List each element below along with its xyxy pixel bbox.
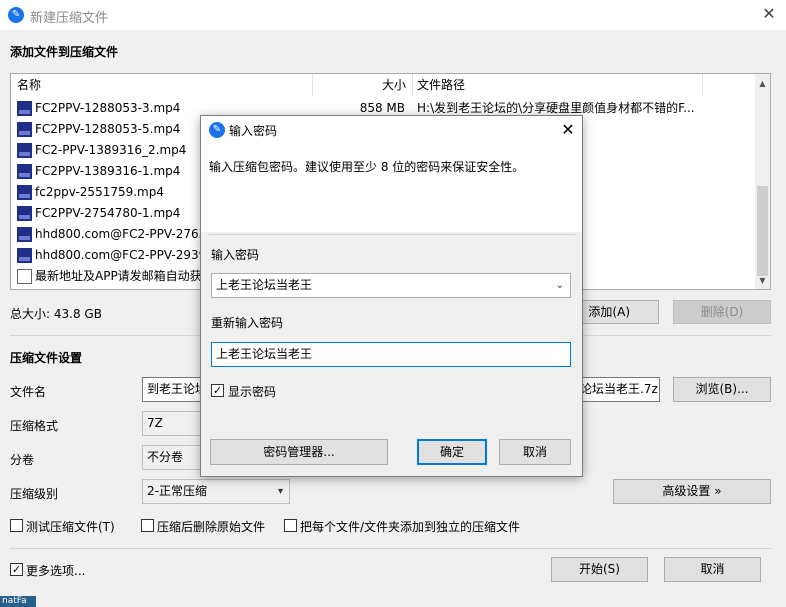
password-value: 上老王论坛当老王 <box>216 278 313 292</box>
level-select[interactable]: 2-正常压缩 ▾ <box>142 479 290 504</box>
divider <box>10 548 771 549</box>
video-file-icon <box>17 143 32 158</box>
video-file-icon <box>17 101 32 116</box>
file-name: FC2PPV-1288053-5.mp4 <box>35 122 181 136</box>
show-password-checkbox[interactable]: ✓ <box>211 384 224 397</box>
delete-original-label: 压缩后删除原始文件 <box>157 520 266 534</box>
more-options-checkbox[interactable]: ✓ <box>10 563 23 576</box>
video-file-icon <box>17 164 32 179</box>
video-file-icon <box>17 122 32 137</box>
separate-archives-label: 把每个文件/文件夹添加到独立的压缩文件 <box>300 520 521 534</box>
file-name: fc2ppv-2551759.mp4 <box>35 185 164 199</box>
file-name: FC2PPV-1389316-1.mp4 <box>35 164 181 178</box>
start-button[interactable]: 开始(S) <box>551 557 648 582</box>
test-archive-checkbox[interactable] <box>10 519 23 532</box>
password-manager-button[interactable]: 密码管理器... <box>210 439 388 465</box>
separate-archives-checkbox[interactable] <box>284 519 297 532</box>
app-icon: ✎ <box>209 122 225 138</box>
title-bar: ✎ 新建压缩文件 ✕ <box>0 0 786 30</box>
file-name: 最新地址及APP请发邮箱自动获 <box>35 269 202 283</box>
column-size[interactable]: 大小 <box>313 74 413 96</box>
ok-button[interactable]: 确定 <box>417 439 487 465</box>
taskbar-fragment: natFa <box>0 596 36 607</box>
dialog-cancel-button[interactable]: 取消 <box>499 439 571 465</box>
file-name: FC2PPV-1288053-3.mp4 <box>35 101 181 115</box>
file-list-scrollbar[interactable]: ▲ ▼ <box>755 74 770 289</box>
video-file-icon <box>17 206 32 221</box>
delete-button[interactable]: 删除(D) <box>673 300 771 324</box>
file-name: FC2-PPV-1389316_2.mp4 <box>35 143 187 157</box>
filename-input-tail[interactable]: 论坛当老王.7z <box>578 377 660 402</box>
divider <box>209 234 575 235</box>
window-title: 新建压缩文件 <box>30 11 109 26</box>
password-label: 输入密码 <box>211 248 260 262</box>
advanced-settings-button[interactable]: 高级设置 » <box>613 479 771 504</box>
column-path[interactable]: 文件路径 <box>413 74 703 96</box>
browse-button[interactable]: 浏览(B)... <box>673 377 771 402</box>
chevron-down-icon[interactable]: ⌄ <box>556 274 564 297</box>
chevron-down-icon: ▾ <box>277 486 283 497</box>
dialog-title-bar: ✎ 输入密码 ✕ <box>201 116 582 144</box>
password-dialog: ✎ 输入密码 ✕ 输入压缩包密码。建议使用至少 8 位的密码来保证安全性。 输入… <box>200 115 583 477</box>
show-password-label: 显示密码 <box>228 385 277 399</box>
files-section-heading: 添加文件到压缩文件 <box>10 45 119 59</box>
video-file-icon <box>17 185 32 200</box>
dialog-description: 输入压缩包密码。建议使用至少 8 位的密码来保证安全性。 <box>209 160 525 174</box>
settings-section-heading: 压缩文件设置 <box>10 351 83 365</box>
file-name: hhd800.com@FC2-PPV-2763 <box>35 227 207 241</box>
scroll-up-icon[interactable]: ▲ <box>755 76 770 92</box>
split-label: 分卷 <box>10 453 35 467</box>
video-file-icon <box>17 248 32 263</box>
more-options-label: 更多选项... <box>26 564 86 578</box>
app-icon: ✎ <box>8 7 24 23</box>
cancel-button[interactable]: 取消 <box>664 557 761 582</box>
file-name: FC2PPV-2754780-1.mp4 <box>35 206 181 220</box>
video-file-icon <box>17 227 32 242</box>
level-label: 压缩级别 <box>10 487 59 501</box>
filename-label: 文件名 <box>10 385 47 399</box>
format-label: 压缩格式 <box>10 419 59 433</box>
close-icon[interactable]: ✕ <box>557 118 579 142</box>
password-input[interactable]: 上老王论坛当老王 ⌄ <box>211 273 571 298</box>
file-name: hhd800.com@FC2-PPV-2939 <box>35 248 207 262</box>
reenter-password-label: 重新输入密码 <box>211 316 284 330</box>
test-archive-label: 测试压缩文件(T) <box>26 520 115 534</box>
dialog-title: 输入密码 <box>229 124 278 138</box>
dialog-description-panel: 输入压缩包密码。建议使用至少 8 位的密码来保证安全性。 <box>201 144 582 232</box>
level-value: 2-正常压缩 <box>147 484 207 498</box>
scroll-thumb[interactable] <box>757 186 768 276</box>
delete-original-checkbox[interactable] <box>141 519 154 532</box>
text-file-icon <box>17 269 32 284</box>
total-size: 总大小: 43.8 GB <box>10 307 102 321</box>
close-icon[interactable]: ✕ <box>756 2 782 26</box>
scroll-down-icon[interactable]: ▼ <box>755 273 770 289</box>
column-name[interactable]: 名称 <box>11 74 313 96</box>
reenter-password-input[interactable]: 上老王论坛当老王 <box>211 342 571 367</box>
